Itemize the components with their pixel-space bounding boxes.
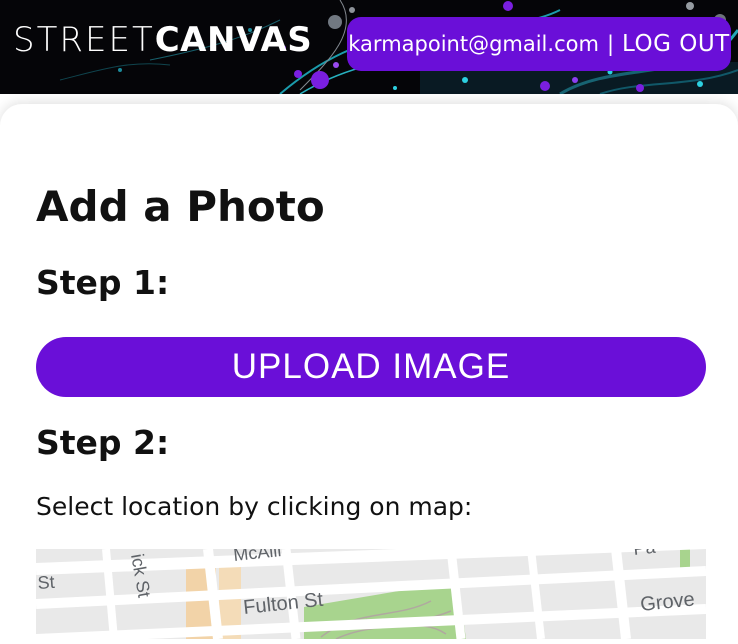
main-content: Add a Photo Step 1: UPLOAD IMAGE Step 2:…	[0, 104, 738, 644]
map-label-st: St	[37, 572, 55, 593]
logo-canvas-text: CANVAS	[154, 20, 313, 60]
site-header: STREETCANVAS karmapoint@gmail.com | LOG …	[0, 0, 738, 94]
step-1-heading: Step 1:	[36, 263, 170, 302]
map-tiles: St ick St McAlli Fulton St Grove Pa	[36, 549, 706, 639]
logout-button[interactable]: LOG OUT	[622, 31, 730, 57]
location-instructions: Select location by clicking on map:	[36, 492, 473, 521]
user-account-pill: karmapoint@gmail.com | LOG OUT	[347, 17, 731, 71]
user-email-link[interactable]: karmapoint@gmail.com	[348, 32, 599, 56]
site-logo[interactable]: STREETCANVAS	[13, 18, 312, 62]
step-2-heading: Step 2:	[36, 423, 170, 462]
page-title: Add a Photo	[36, 182, 325, 231]
location-map[interactable]: St ick St McAlli Fulton St Grove Pa	[36, 549, 706, 639]
header-separator: |	[606, 32, 615, 56]
upload-image-button[interactable]: UPLOAD IMAGE	[36, 337, 706, 397]
logo-street-text: STREET	[13, 20, 155, 60]
